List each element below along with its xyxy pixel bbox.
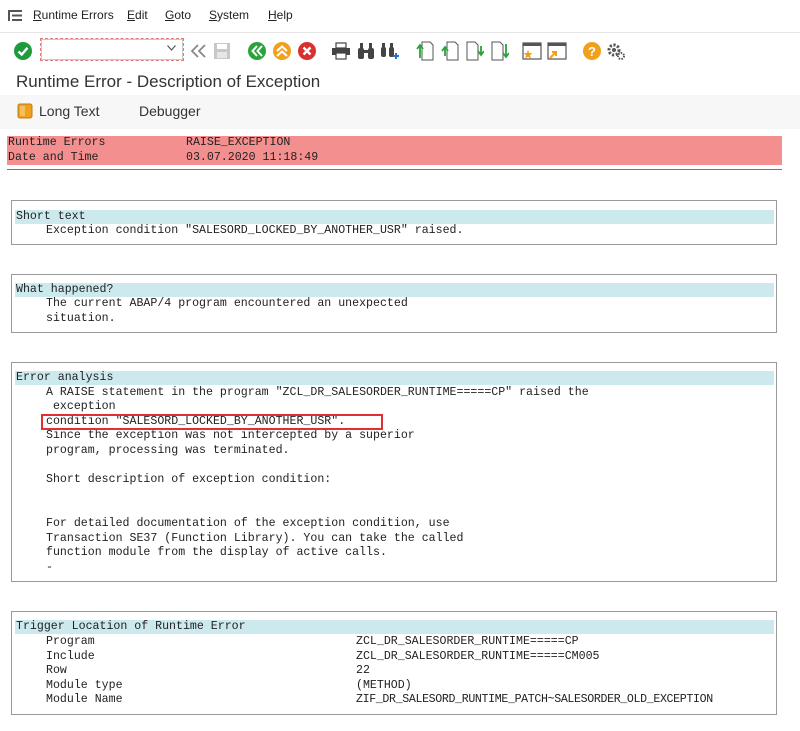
trigger-key: Module Name bbox=[46, 693, 123, 706]
section-line: Short description of exception condition… bbox=[46, 473, 332, 486]
menu-edit[interactable]: Edit bbox=[127, 8, 148, 22]
cancel-button[interactable] bbox=[297, 41, 317, 61]
menu-runtime-errors[interactable]: Runtime Errors bbox=[33, 8, 114, 22]
save-button[interactable] bbox=[212, 41, 232, 61]
long-text-button[interactable]: Long Text bbox=[17, 103, 99, 119]
what-happened-section: What happened? The current ABAP/4 progra… bbox=[11, 274, 777, 333]
help-button[interactable]: ? bbox=[582, 41, 602, 61]
create-session-button[interactable] bbox=[522, 41, 542, 61]
section-heading: Short text bbox=[15, 210, 774, 224]
trigger-value: ZCL_DR_SALESORDER_RUNTIME=====CM005 bbox=[356, 649, 600, 663]
highlight-box bbox=[41, 414, 383, 430]
menu-help[interactable]: Help bbox=[268, 8, 293, 22]
double-chevron-left-icon bbox=[190, 44, 206, 58]
divider bbox=[7, 169, 782, 170]
cancel-icon bbox=[298, 42, 316, 60]
command-field[interactable] bbox=[40, 38, 184, 61]
section-heading: What happened? bbox=[15, 283, 774, 297]
section-line: - bbox=[46, 560, 53, 574]
header-label: Runtime Errors bbox=[8, 136, 106, 149]
header-row: Date and Time 03.07.2020 11:18:49 bbox=[7, 150, 782, 165]
trigger-value: ZIF_DR_SALESORD_RUNTIME_PATCH~SALESORDER… bbox=[356, 693, 713, 706]
svg-text:?: ? bbox=[588, 44, 596, 59]
long-text-icon bbox=[17, 103, 33, 119]
header-value: RAISE_EXCEPTION bbox=[186, 136, 291, 149]
header-row: Runtime Errors RAISE_EXCEPTION bbox=[7, 136, 782, 151]
next-page-icon bbox=[466, 41, 484, 61]
trigger-value: ZCL_DR_SALESORDER_RUNTIME=====CP bbox=[356, 635, 579, 648]
long-text-label: Long Text bbox=[39, 103, 100, 119]
error-analysis-section: Error analysis A RAISE statement in the … bbox=[11, 362, 777, 582]
section-heading: Trigger Location of Runtime Error bbox=[15, 620, 774, 634]
menu-system[interactable]: System bbox=[209, 8, 249, 22]
help-icon: ? bbox=[583, 42, 601, 60]
back-button[interactable] bbox=[247, 41, 267, 61]
section-line: situation. bbox=[46, 312, 116, 325]
previous-page-button[interactable] bbox=[440, 41, 460, 61]
header-value: 03.07.2020 11:18:49 bbox=[186, 150, 319, 164]
first-page-icon bbox=[416, 41, 434, 61]
section-line: For detailed documentation of the except… bbox=[46, 517, 450, 530]
menu-goto[interactable]: Goto bbox=[165, 8, 191, 22]
section-line: exception bbox=[46, 400, 116, 413]
section-heading: Error analysis bbox=[15, 371, 774, 385]
exit-button[interactable] bbox=[272, 41, 292, 61]
section-line: program, processing was terminated. bbox=[46, 443, 290, 457]
section-line: The current ABAP/4 program encountered a… bbox=[46, 297, 408, 310]
trigger-location-section: Trigger Location of Runtime Error Progra… bbox=[11, 611, 777, 715]
last-page-button[interactable] bbox=[490, 41, 510, 61]
trigger-key: Row bbox=[46, 664, 67, 677]
debugger-label: Debugger bbox=[139, 103, 201, 119]
gear-icon bbox=[607, 43, 625, 60]
command-input[interactable] bbox=[42, 40, 168, 58]
page-title: Runtime Error - Description of Exception bbox=[16, 72, 321, 91]
back-icon bbox=[248, 42, 266, 60]
enter-button[interactable] bbox=[13, 41, 33, 61]
shortcut-button[interactable] bbox=[547, 41, 567, 61]
last-page-icon bbox=[491, 41, 509, 61]
chevron-down-icon[interactable] bbox=[167, 45, 176, 51]
debugger-button[interactable]: Debugger bbox=[139, 103, 201, 119]
trigger-key: Program bbox=[46, 635, 95, 648]
section-line: Exception condition "SALESORD_LOCKED_BY_… bbox=[46, 224, 464, 237]
trigger-value: 22 bbox=[356, 664, 370, 677]
menu-bar: Runtime Errors Edit Goto System Help bbox=[0, 0, 800, 33]
printer-icon bbox=[332, 42, 350, 60]
header-label: Date and Time bbox=[8, 150, 99, 164]
section-line: function module from the display of acti… bbox=[46, 546, 387, 559]
menu-toggle-icon[interactable] bbox=[8, 10, 22, 21]
application-toolbar bbox=[0, 95, 800, 129]
find-button[interactable] bbox=[356, 41, 376, 61]
section-line: Since the exception was not intercepted … bbox=[46, 429, 415, 442]
save-icon bbox=[214, 43, 230, 59]
trigger-key: Module type bbox=[46, 678, 123, 692]
first-page-button[interactable] bbox=[415, 41, 435, 61]
previous-page-icon bbox=[441, 41, 459, 61]
section-line: Transaction SE37 (Function Library). You… bbox=[46, 531, 464, 545]
short-text-section: Short text Exception condition "SALESORD… bbox=[11, 200, 777, 245]
find-next-icon bbox=[381, 43, 399, 59]
trigger-key: Include bbox=[46, 649, 95, 663]
exit-icon bbox=[273, 42, 291, 60]
trigger-value: (METHOD) bbox=[356, 678, 412, 692]
find-next-button[interactable] bbox=[380, 41, 400, 61]
new-window-icon bbox=[522, 42, 542, 60]
checkmark-icon bbox=[14, 42, 32, 60]
next-page-button[interactable] bbox=[465, 41, 485, 61]
binoculars-icon bbox=[358, 43, 374, 59]
collapse-button[interactable] bbox=[189, 41, 209, 61]
settings-button[interactable] bbox=[606, 41, 626, 61]
print-button[interactable] bbox=[331, 41, 351, 61]
section-line: A RAISE statement in the program "ZCL_DR… bbox=[46, 385, 589, 399]
shortcut-icon bbox=[547, 42, 567, 60]
